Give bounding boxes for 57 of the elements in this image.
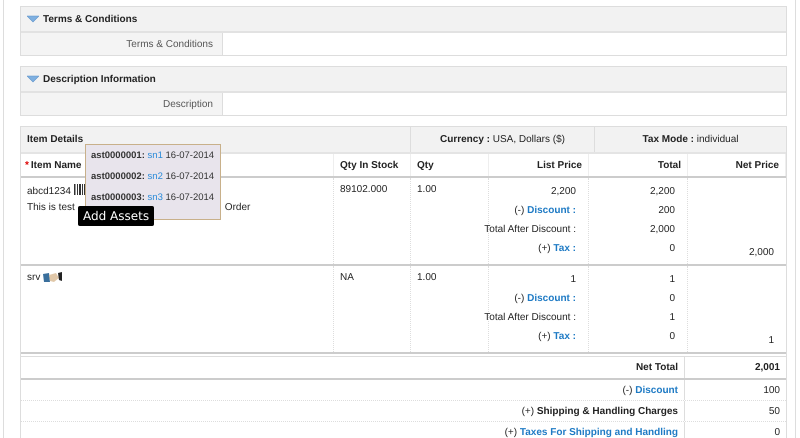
table-title: Item Details <box>27 134 84 145</box>
column-header: Item Name <box>30 160 82 170</box>
asset-entry[interactable]: ast0000003: sn3 16-07-2014 <box>91 192 214 203</box>
field-label: Terms & Conditions <box>126 38 213 50</box>
collapse-icon <box>27 75 39 83</box>
section-header[interactable]: Description Information <box>21 67 786 93</box>
price-label[interactable]: (+) Tax : <box>538 243 576 254</box>
currency-text: Currency : USA, Dollars ($) <box>440 134 566 145</box>
summary-value: 50 <box>768 406 780 416</box>
net-price: 2,000 <box>748 247 774 258</box>
column-header: Qty <box>417 160 434 170</box>
summary-label[interactable]: (-) Discount <box>622 384 678 396</box>
section-title: Description Information <box>43 74 156 84</box>
asset-entry[interactable]: ast0000002: sn2 16-07-2014 <box>91 171 214 182</box>
field-label: Description <box>162 98 213 110</box>
total-value: 1 <box>669 274 675 285</box>
asset-entry[interactable]: ast0000001: sn1 16-07-2014 <box>91 150 214 161</box>
total-value: 0 <box>669 293 675 304</box>
column-header: Qty In Stock <box>340 160 398 170</box>
qty-in-stock: 89102.000 <box>340 184 388 195</box>
price-label: Total After Discount : <box>484 224 576 235</box>
item-name: abcd1234 <box>27 186 71 196</box>
list-price: 1 <box>570 274 576 285</box>
summary-label: (+) Shipping & Handling Charges <box>522 406 678 416</box>
price-label[interactable]: (+) Tax : <box>538 331 576 342</box>
total-value: 0 <box>669 243 675 254</box>
total-value: 2,000 <box>650 224 675 235</box>
total-value: 1 <box>669 312 675 323</box>
total-value: 200 <box>658 205 675 216</box>
column-header: Total <box>658 160 681 170</box>
price-label: Total After Discount : <box>484 312 576 323</box>
summary-label: Net Total <box>636 362 678 373</box>
section-header[interactable]: Terms & Conditions <box>21 7 786 33</box>
tooltip: Add Assets <box>78 206 154 226</box>
summary-label[interactable]: (+) Taxes For Shipping and Handling <box>504 426 678 438</box>
price-label[interactable]: (-) Discount : <box>514 293 576 304</box>
summary-value: 2,001 <box>754 362 780 373</box>
qty: 1.00 <box>417 272 438 283</box>
item-comment: Order <box>224 202 250 213</box>
column-header: List Price <box>536 160 582 170</box>
required-mark: * <box>25 160 29 170</box>
item-comment: This is test <box>27 202 75 213</box>
section-title: Terms & Conditions <box>43 14 138 24</box>
tax-mode-text: Tax Mode : individual <box>642 134 738 145</box>
qty: 1.00 <box>417 184 438 195</box>
price-label[interactable]: (-) Discount : <box>514 205 576 216</box>
total-value: 0 <box>669 331 675 342</box>
handshake-icon[interactable] <box>43 272 64 283</box>
qty-in-stock: NA <box>340 272 355 283</box>
summary-value: 0 <box>774 426 780 438</box>
collapse-icon <box>27 15 39 23</box>
item-name: srv <box>27 272 40 283</box>
list-price: 2,200 <box>550 186 576 197</box>
summary-value: 100 <box>763 384 780 396</box>
net-price: 1 <box>768 335 774 346</box>
column-header: Net Price <box>736 160 779 170</box>
total-value: 2,200 <box>650 186 675 197</box>
